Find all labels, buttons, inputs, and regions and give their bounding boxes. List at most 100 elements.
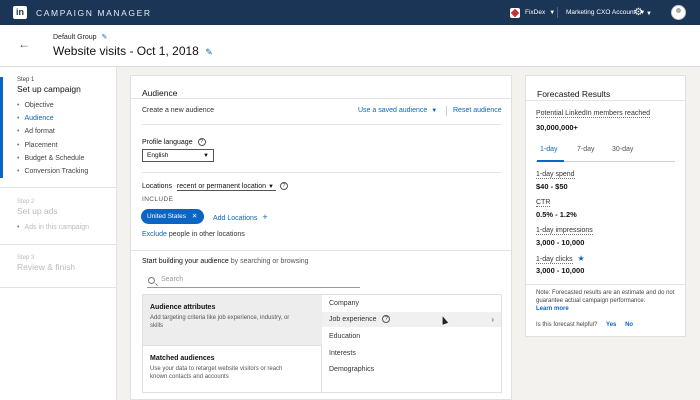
tab-1-day[interactable]: 1-day bbox=[540, 146, 558, 153]
build-audience-bold: Start building your audience bbox=[142, 258, 229, 265]
pencil-icon[interactable]: ✎ bbox=[102, 34, 108, 41]
gear-icon[interactable]: ⚙ ▼ bbox=[634, 7, 652, 18]
matched-audiences-option[interactable]: Matched audiences Use your data to retar… bbox=[143, 345, 322, 393]
close-icon[interactable]: ✕ bbox=[192, 213, 197, 220]
category-demographics[interactable]: Demographics bbox=[322, 362, 501, 377]
exclude-text: people in other locations bbox=[166, 231, 245, 238]
category-label: Education bbox=[329, 333, 361, 340]
divider bbox=[526, 284, 685, 285]
step-item-audience[interactable]: Audience bbox=[17, 112, 117, 125]
forecast-note: Note: Forecasted results are an estimate… bbox=[536, 289, 676, 313]
reset-audience-link[interactable]: Reset audience bbox=[453, 107, 502, 114]
attributes-title: Audience attributes bbox=[150, 304, 216, 311]
avatar[interactable] bbox=[671, 5, 686, 20]
account-name: FixDex bbox=[525, 9, 546, 16]
search-icon bbox=[148, 277, 155, 284]
location-chip-label: United States bbox=[147, 213, 187, 220]
matched-title: Matched audiences bbox=[150, 355, 215, 362]
account-switcher[interactable]: FixDex ▼ bbox=[510, 0, 555, 25]
spend-label: 1-day spend bbox=[536, 171, 575, 179]
step-item-placement[interactable]: Placement bbox=[17, 139, 117, 152]
category-label: Job experience bbox=[329, 316, 377, 323]
category-company[interactable]: Company bbox=[322, 296, 501, 311]
helpful-question: Is this forecast helpful? bbox=[536, 322, 598, 328]
step-items: Objective Audience Ad format Placement B… bbox=[17, 99, 117, 178]
step-item-budget[interactable]: Budget & Schedule bbox=[17, 152, 117, 165]
plus-icon: + bbox=[262, 212, 268, 222]
category-label: Demographics bbox=[329, 366, 375, 373]
help-icon[interactable]: ? bbox=[382, 315, 391, 324]
step-item-conversion[interactable]: Conversion Tracking bbox=[17, 165, 117, 178]
linkedin-logo-icon[interactable]: in bbox=[13, 6, 27, 19]
no-button[interactable]: No bbox=[625, 322, 633, 328]
locations-label: Locations bbox=[142, 182, 172, 190]
campaign-header: ← Default Group ✎ Website visits - Oct 1… bbox=[0, 25, 700, 67]
clicks-label-text: 1-day clicks bbox=[536, 256, 573, 264]
caret-down-icon: ▼ bbox=[431, 108, 438, 114]
step-items: Ads in this campaign bbox=[17, 221, 117, 234]
category-job-experience[interactable]: Job experience ? › bbox=[322, 312, 501, 327]
category-label: Company bbox=[329, 300, 359, 307]
page-title: Website visits - Oct 1, 2018 ✎ bbox=[53, 44, 213, 58]
product-name: CAMPAIGN MANAGER bbox=[36, 8, 152, 18]
arrow-left-icon[interactable]: ← bbox=[18, 37, 30, 51]
tab-30-day[interactable]: 30-day bbox=[612, 146, 633, 153]
step-title: Set up ads bbox=[17, 206, 58, 216]
location-mode-value: recent or permanent location bbox=[176, 182, 267, 190]
profile-language-select[interactable]: English ▼ bbox=[142, 149, 214, 162]
forecast-title: Forecasted Results bbox=[537, 89, 611, 99]
step-item-objective[interactable]: Objective bbox=[17, 99, 117, 112]
help-icon[interactable]: ? bbox=[279, 182, 288, 190]
account-type: Marketing CXO Account bbox=[566, 9, 636, 16]
top-bar: in CAMPAIGN MANAGER FixDex ▼ Marketing C… bbox=[0, 0, 700, 25]
audience-attributes-option[interactable]: Audience attributes Add targeting criter… bbox=[143, 295, 322, 345]
divider bbox=[0, 187, 117, 188]
location-mode-select[interactable]: recent or permanent location ▼ bbox=[176, 182, 276, 191]
divider bbox=[0, 244, 117, 245]
divider bbox=[446, 106, 447, 116]
company-logo-icon bbox=[510, 7, 520, 18]
divider bbox=[0, 287, 117, 288]
step-2[interactable]: Step 2 Set up ads Ads in this campaign bbox=[0, 199, 117, 234]
search-input[interactable]: Search bbox=[147, 276, 360, 288]
impressions-value: 3,000 - 10,000 bbox=[536, 238, 585, 247]
forecast-note-text: Note: Forecasted results are an estimate… bbox=[536, 290, 675, 304]
profile-language-label: Profile language ? bbox=[142, 138, 206, 146]
help-icon[interactable]: ? bbox=[197, 138, 206, 146]
profile-language-value: English bbox=[147, 152, 169, 159]
add-locations-button[interactable]: Add Locations + bbox=[213, 212, 268, 222]
caret-down-icon: ▼ bbox=[549, 9, 556, 16]
caret-down-icon: ▼ bbox=[267, 183, 274, 190]
category-label: Interests bbox=[329, 350, 356, 357]
pencil-icon[interactable]: ✎ bbox=[205, 47, 213, 57]
use-saved-label: Use a saved audience bbox=[358, 107, 428, 114]
yes-button[interactable]: Yes bbox=[606, 322, 616, 328]
ctr-label: CTR bbox=[536, 199, 551, 207]
create-audience-label: Create a new audience bbox=[142, 107, 214, 114]
campaign-title: Website visits - Oct 1, 2018 bbox=[53, 44, 199, 58]
tab-7-day[interactable]: 7-day bbox=[577, 146, 595, 153]
clicks-value: 3,000 - 10,000 bbox=[536, 266, 585, 275]
step-1[interactable]: Step 1 Set up campaign Objective Audienc… bbox=[0, 77, 117, 179]
members-reached-label: Potential LinkedIn members reached bbox=[536, 110, 651, 118]
spend-label-text: 1-day spend bbox=[536, 171, 575, 179]
category-education[interactable]: Education bbox=[322, 329, 501, 344]
members-reached-value: 30,000,000+ bbox=[536, 123, 578, 132]
divider bbox=[142, 172, 501, 173]
step-item-ad-format[interactable]: Ad format bbox=[17, 125, 117, 138]
step-3[interactable]: Step 3 Review & finish bbox=[0, 255, 117, 272]
attribute-category-list: Company Job experience ? › Education Int… bbox=[322, 294, 502, 393]
add-locations-label: Add Locations bbox=[213, 215, 258, 222]
learn-more-link[interactable]: Learn more bbox=[536, 306, 569, 312]
include-label: INCLUDE bbox=[142, 196, 174, 203]
divider bbox=[131, 250, 511, 251]
impressions-label-text: 1-day impressions bbox=[536, 227, 593, 235]
forecast-feedback: Is this forecast helpful? Yes No bbox=[536, 322, 633, 328]
members-label-text: Potential LinkedIn members reached bbox=[536, 110, 651, 118]
use-saved-audience-dropdown[interactable]: Use a saved audience ▼ bbox=[358, 107, 437, 114]
divider bbox=[131, 98, 511, 99]
location-chip-united-states[interactable]: United States ✕ bbox=[141, 209, 204, 224]
clicks-label: 1-day clicks ★ bbox=[536, 254, 585, 264]
exclude-link[interactable]: Exclude bbox=[142, 231, 167, 238]
category-interests[interactable]: Interests bbox=[322, 346, 501, 361]
